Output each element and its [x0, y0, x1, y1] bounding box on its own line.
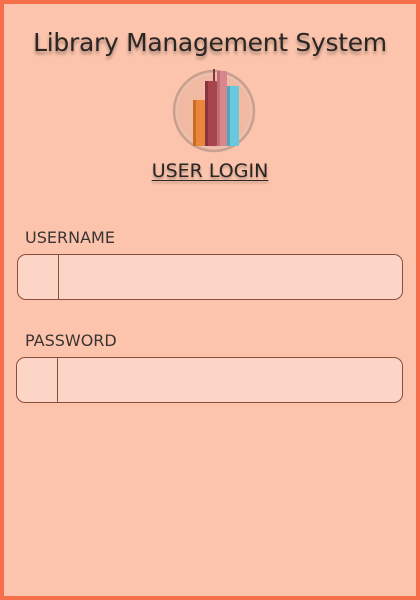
login-window: Library Management System USER LOGIN USE… — [0, 0, 420, 600]
books-icon — [172, 69, 256, 153]
app-title: Library Management System — [33, 28, 387, 57]
password-field-prefix — [17, 358, 58, 402]
username-input[interactable] — [59, 255, 402, 299]
password-field[interactable] — [16, 357, 403, 403]
password-label: PASSWORD — [25, 331, 117, 350]
username-field-prefix — [18, 255, 59, 299]
password-input[interactable] — [58, 358, 402, 402]
username-field[interactable] — [17, 254, 403, 300]
login-heading: USER LOGIN — [151, 160, 269, 182]
username-label: USERNAME — [25, 228, 115, 247]
